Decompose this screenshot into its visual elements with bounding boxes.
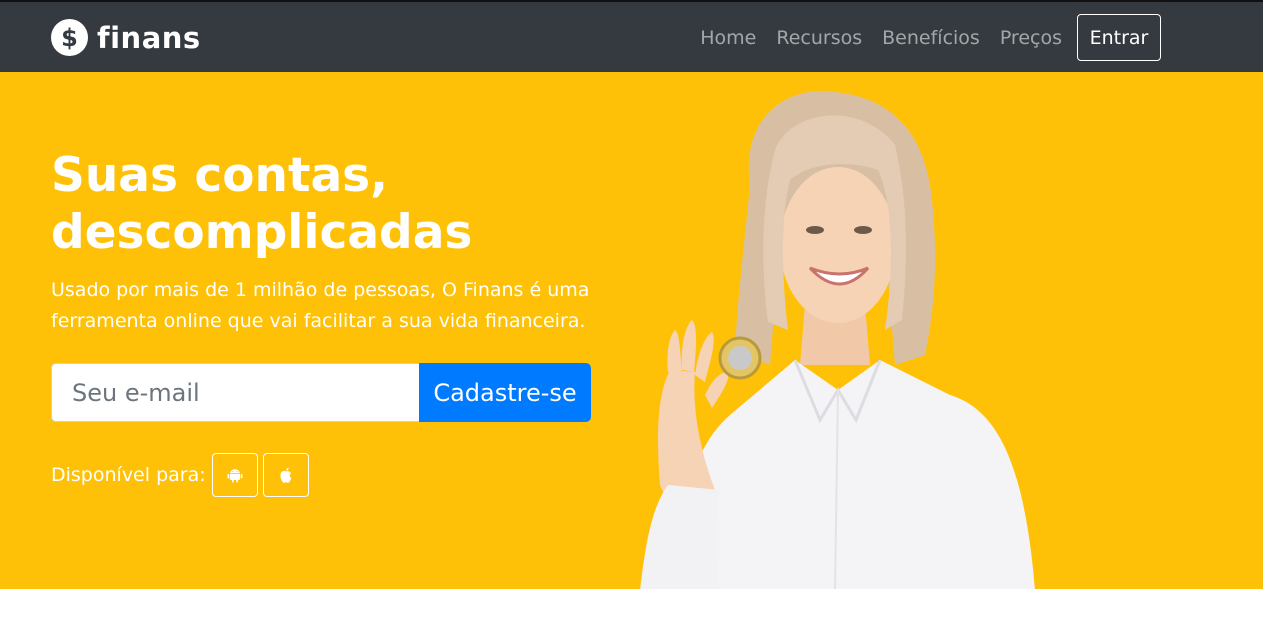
nav-link-recursos[interactable]: Recursos: [776, 27, 862, 49]
android-icon: [227, 469, 243, 483]
email-input[interactable]: [51, 363, 419, 422]
dollar-circle-icon: $: [51, 19, 88, 56]
nav-link-beneficios[interactable]: Benefícios: [882, 27, 980, 49]
navbar: $ finans Home Recursos Benefícios Preços…: [0, 0, 1263, 72]
login-button[interactable]: Entrar: [1077, 14, 1161, 61]
android-button[interactable]: [211, 453, 258, 497]
woman-holding-coin-photo: [640, 90, 1035, 589]
nav-link-precos[interactable]: Preços: [1000, 27, 1062, 49]
hero-section: Suas contas, descomplicadas Usado por ma…: [0, 72, 1263, 589]
page-below-hero: [0, 589, 1263, 618]
apple-button[interactable]: [262, 453, 309, 497]
apple-icon: [280, 467, 292, 483]
brand-name: finans: [97, 20, 201, 55]
nav-link-home[interactable]: Home: [700, 27, 756, 49]
signup-form: Cadastre-se: [51, 363, 591, 422]
signup-button[interactable]: Cadastre-se: [419, 363, 591, 422]
hero-title: Suas contas, descomplicadas: [51, 148, 473, 260]
brand-logo[interactable]: $ finans: [51, 19, 201, 56]
nav-links: Home Recursos Benefícios Preços: [680, 2, 1062, 74]
available-platforms: Disponível para:: [51, 453, 314, 497]
hero-subtitle: Usado por mais de 1 milhão de pessoas, O…: [51, 279, 590, 332]
available-label: Disponível para:: [51, 464, 206, 486]
